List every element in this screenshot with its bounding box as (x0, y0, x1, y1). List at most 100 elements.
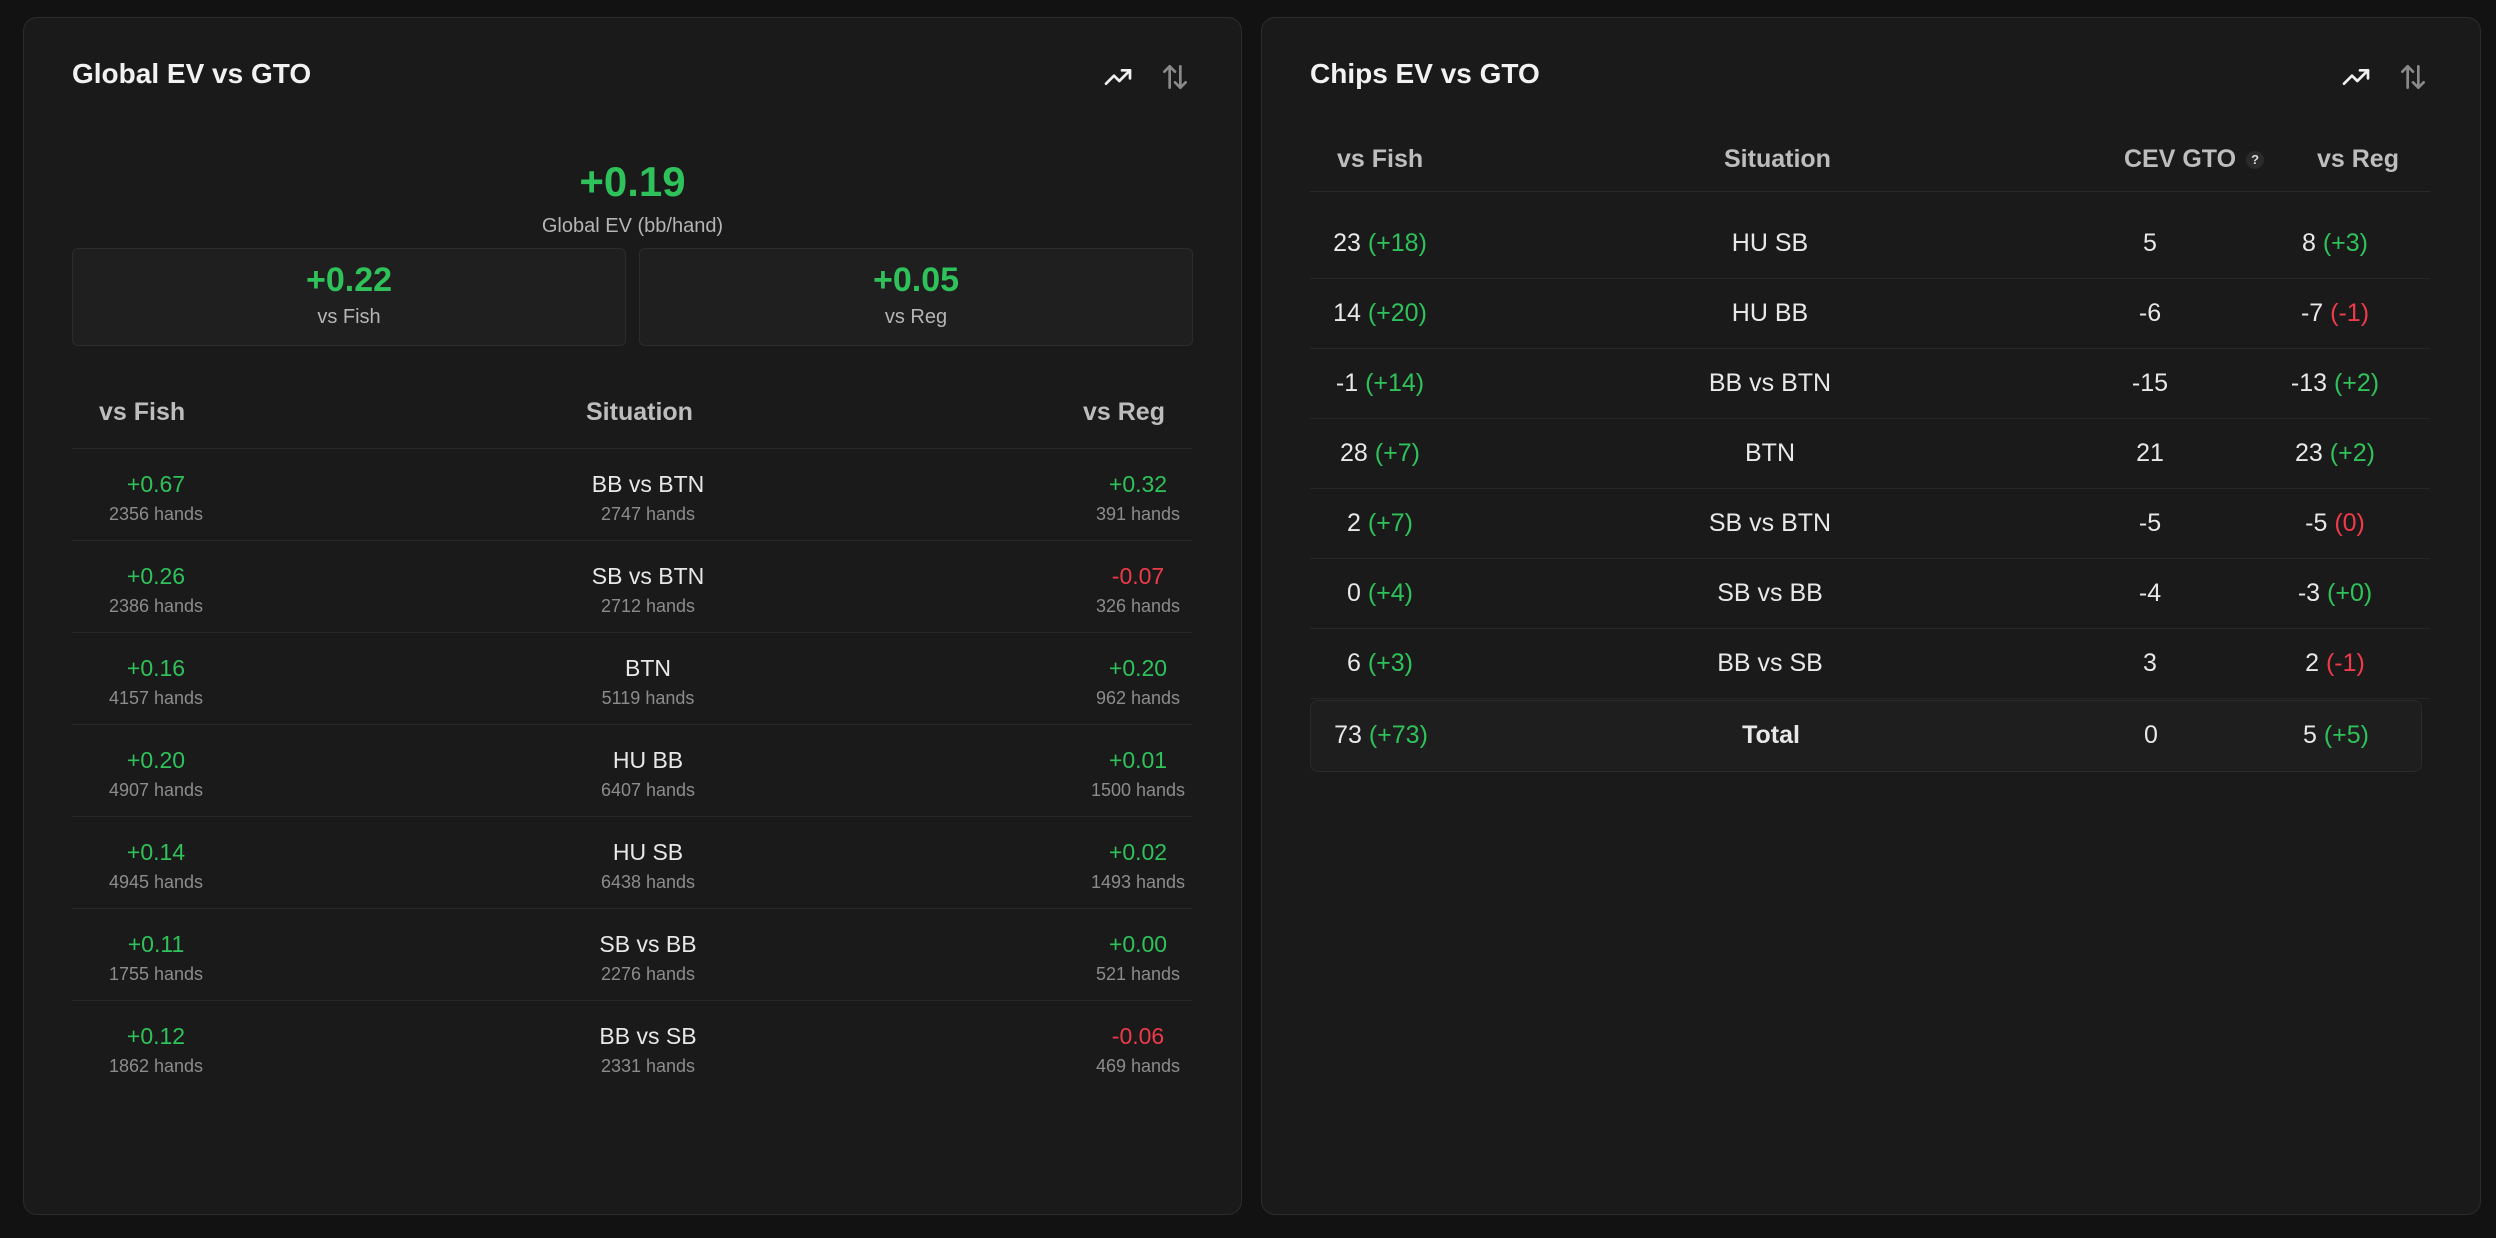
fish-diff: (+18) (1367, 229, 1427, 257)
vs-reg-cell: -13 (+2) (2260, 369, 2410, 398)
reg-chips: -7 (2300, 299, 2324, 327)
cev-gto-value: -15 (2131, 369, 2169, 397)
table-row[interactable]: -1 (+14) BB vs BTN -15 -13 (+2) (1310, 349, 2430, 419)
fish-chips: 28 (1340, 439, 1368, 467)
total-vs-reg: 5 (+5) (2261, 721, 2411, 750)
situation-name: SB vs BTN (591, 563, 705, 589)
situation-cell: SB vs BB 2276 hands (538, 909, 758, 985)
table-row[interactable]: +0.11 1755 hands SB vs BB 2276 hands +0.00 52… (72, 909, 1192, 1001)
vs-reg-ev: -0.06 (1111, 1023, 1165, 1049)
vs-fish-ev: +0.14 (126, 839, 186, 865)
vs-reg-cell: 2 (-1) (2260, 649, 2410, 678)
vs-fish-hands: 4907 hands (108, 780, 204, 800)
situation-name: HU SB (1731, 229, 1809, 257)
vs-reg-ev: +0.20 (1108, 655, 1168, 681)
vs-fish-hands: 4157 hands (108, 688, 204, 708)
header-cev-gto[interactable]: CEV GTO? (2124, 145, 2265, 174)
vs-fish-cell: +0.12 1862 hands (46, 1001, 266, 1077)
panel-title: Chips EV vs GTO (1310, 58, 1540, 89)
table-row[interactable]: +0.67 2356 hands BB vs BTN 2747 hands +0.32 3… (72, 449, 1192, 541)
situation-cell: BB vs SB 2331 hands (538, 1001, 758, 1077)
situation-name: SB vs BTN (1708, 509, 1832, 537)
table-row[interactable]: 14 (+20) HU BB -6 -7 (-1) (1310, 279, 2430, 349)
table-row[interactable]: +0.12 1862 hands BB vs SB 2331 hands -0.06 46… (72, 1001, 1192, 1093)
cev-gto-value: -5 (2138, 509, 2162, 537)
fish-diff: (+7) (1367, 509, 1413, 537)
header-situation[interactable]: Situation (586, 398, 693, 427)
situation-hands: 2276 hands (600, 964, 696, 984)
table-row[interactable]: +0.20 4907 hands HU BB 6407 hands +0.01 1500 … (72, 725, 1192, 817)
vs-reg-label: vs Reg (884, 306, 948, 328)
vs-reg-cell: -7 (-1) (2260, 299, 2410, 328)
table-row[interactable]: 0 (+4) SB vs BB -4 -3 (+0) (1310, 559, 2430, 629)
situation-name: BB vs BTN (1708, 369, 1832, 397)
vs-reg-hands: 521 hands (1095, 964, 1181, 984)
vs-reg-cell: +0.01 1500 hands (1028, 725, 1248, 801)
vs-fish-ev: +0.12 (126, 1023, 186, 1049)
table-row[interactable]: 2 (+7) SB vs BTN -5 -5 (0) (1310, 489, 2430, 559)
vs-reg-cell: 8 (+3) (2260, 229, 2410, 258)
situation-cell: BB vs BTN 2747 hands (538, 449, 758, 525)
situation-name: SB vs BB (599, 931, 697, 957)
sort-arrows-icon[interactable] (1157, 60, 1193, 94)
vs-fish-ev: +0.67 (126, 471, 186, 497)
vs-reg-hands: 1493 hands (1090, 872, 1186, 892)
vs-reg-ev: +0.00 (1108, 931, 1168, 957)
header-cev-gto-label: CEV GTO (2124, 145, 2237, 173)
panel-title: Global EV vs GTO (72, 58, 312, 89)
fish-chips: 0 (1346, 579, 1361, 607)
cev-gto-value: 21 (2136, 439, 2164, 467)
fish-chips: 14 (1333, 299, 1361, 327)
reg-chips: 23 (2295, 439, 2323, 467)
situation-hands: 2747 hands (600, 504, 696, 524)
header-vs-reg[interactable]: vs Reg (1083, 398, 1165, 427)
global-ev-label: Global EV (bb/hand) (541, 215, 724, 237)
table-header: vs Fish Situation CEV GTO? vs Reg (1310, 128, 2430, 192)
fish-diff: (+7) (1374, 439, 1420, 467)
total-vs-fish: 73 (+73) (1311, 721, 1451, 750)
help-icon[interactable]: ? (2246, 151, 2265, 169)
situation-cell: SB vs BTN 2712 hands (538, 541, 758, 617)
table-row[interactable]: 6 (+3) BB vs SB 3 2 (-1) (1310, 629, 2430, 699)
situation-hands: 2712 hands (600, 596, 696, 616)
vs-reg-ev: +0.01 (1108, 747, 1168, 773)
vs-reg-cell: +0.32 391 hands (1028, 449, 1248, 525)
header-situation[interactable]: Situation (1724, 145, 1831, 174)
vs-fish-cell: +0.14 4945 hands (46, 817, 266, 893)
vs-fish-label: vs Fish (317, 306, 381, 328)
vs-reg-cell: +0.02 1493 hands (1028, 817, 1248, 893)
header-vs-reg[interactable]: vs Reg (2317, 145, 2399, 174)
reg-diff: (+3) (2322, 229, 2368, 257)
vs-reg-ev: +0.02 (1108, 839, 1168, 865)
reg-chips: -13 (2290, 369, 2328, 397)
total-reg-diff: (+5) (2323, 721, 2369, 749)
vs-fish-hands: 2386 hands (108, 596, 204, 616)
table-row[interactable]: +0.26 2386 hands SB vs BTN 2712 hands -0.07 3… (72, 541, 1192, 633)
fish-chips: -1 (1335, 369, 1359, 397)
fish-chips: 6 (1346, 649, 1361, 677)
vs-fish-cell: -1 (+14) (1310, 369, 1450, 398)
vs-reg-cell: +0.20 962 hands (1028, 633, 1248, 709)
vs-reg-cell: -0.07 326 hands (1028, 541, 1248, 617)
table-row[interactable]: 23 (+18) HU SB 5 8 (+3) (1310, 209, 2430, 279)
vs-fish-value: +0.22 (305, 261, 393, 299)
sort-arrows-icon[interactable] (2395, 60, 2431, 94)
trending-up-icon[interactable] (1100, 60, 1136, 94)
reg-diff: (-1) (2330, 299, 2370, 327)
cev-gto-value: 5 (2143, 229, 2157, 257)
header-vs-fish[interactable]: vs Fish (99, 398, 185, 427)
vs-reg-hands: 391 hands (1095, 504, 1181, 524)
table-row[interactable]: +0.14 4945 hands HU SB 6438 hands +0.02 1493 … (72, 817, 1192, 909)
situation-name: BB vs SB (599, 1023, 697, 1049)
situation-name: BB vs SB (1717, 649, 1823, 677)
vs-fish-cell: +0.26 2386 hands (46, 541, 266, 617)
cev-gto-value: 3 (2143, 649, 2157, 677)
header-vs-fish[interactable]: vs Fish (1337, 145, 1423, 174)
cev-gto-value: -6 (2138, 299, 2162, 327)
table-row[interactable]: +0.16 4157 hands BTN 5119 hands +0.20 962 han… (72, 633, 1192, 725)
vs-fish-ev: +0.26 (126, 563, 186, 589)
table-row[interactable]: 28 (+7) BTN 21 23 (+2) (1310, 419, 2430, 489)
vs-reg-hands: 962 hands (1095, 688, 1181, 708)
vs-fish-summary: +0.22 vs Fish (72, 248, 626, 346)
trending-up-icon[interactable] (2338, 60, 2374, 94)
